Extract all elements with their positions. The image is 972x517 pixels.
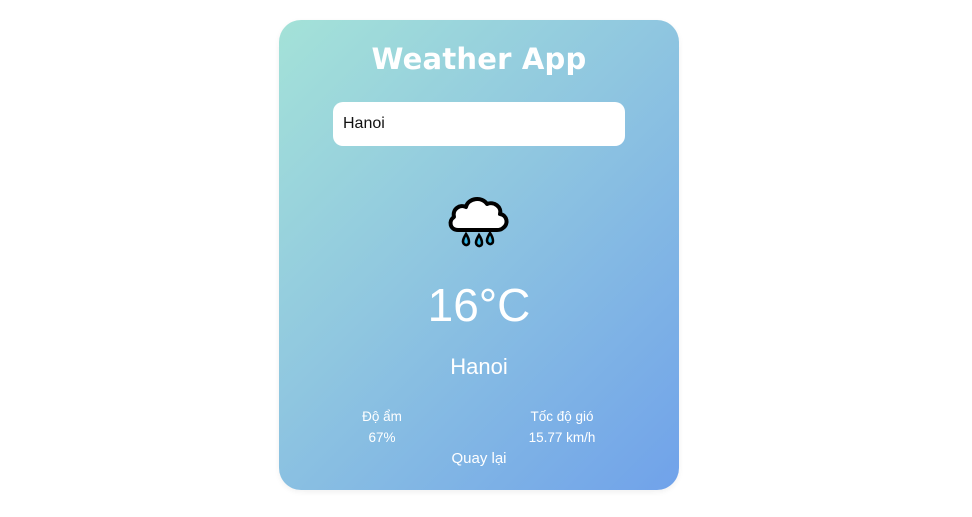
- temperature-value: 16°C: [427, 279, 531, 331]
- wind-speed-label: Tốc độ gió: [530, 409, 594, 424]
- humidity-value: 67%: [368, 430, 396, 445]
- back-button[interactable]: Quay lại: [279, 450, 679, 467]
- city-name: Hanoi: [450, 354, 508, 379]
- weather-card: Weather App 16°C Hanoi Độ ẩm 67% Tốc độ …: [279, 20, 679, 490]
- humidity-stat: Độ ẩm 67%: [302, 406, 462, 448]
- humidity-label: Độ ẩm: [362, 409, 402, 424]
- wind-speed-value: 15.77 km/h: [528, 430, 596, 445]
- city-search-input[interactable]: [333, 102, 625, 146]
- wind-speed-stat: Tốc độ gió 15.77 km/h: [482, 406, 642, 448]
- app-title: Weather App: [371, 42, 587, 76]
- rain-cloud-icon: [444, 188, 514, 252]
